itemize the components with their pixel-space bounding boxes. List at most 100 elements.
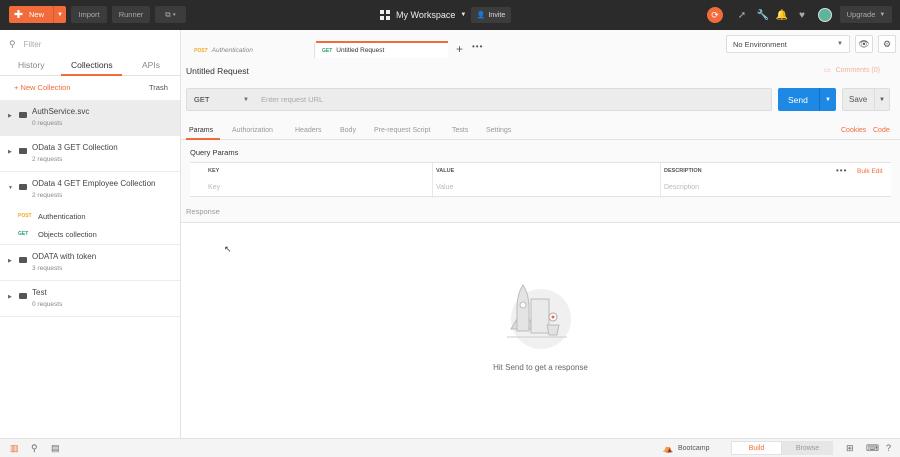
tab-tests[interactable]: Tests: [452, 127, 468, 134]
new-collection-button[interactable]: + New Collection: [14, 83, 70, 92]
sidebar-tabs: History Collections APIs: [0, 56, 181, 76]
tab-headers[interactable]: Headers: [295, 127, 321, 134]
collection-item[interactable]: ▶ AuthService.svc 0 requests: [0, 100, 180, 136]
search-icon[interactable]: ⚲: [31, 443, 38, 454]
request-item[interactable]: POST Authentication: [0, 209, 180, 226]
collection-item[interactable]: ▶ OData 3 GET Collection 2 requests: [0, 136, 180, 172]
caret-right-icon[interactable]: ▶: [8, 113, 12, 119]
caret-right-icon[interactable]: ▶: [8, 258, 12, 264]
tab-params[interactable]: Params: [189, 127, 213, 134]
bulk-edit-link[interactable]: Bulk Edit: [857, 168, 883, 175]
description-input[interactable]: Description: [664, 184, 699, 191]
collection-item[interactable]: ▶ ODATA with token 3 requests: [0, 245, 180, 281]
tab-body[interactable]: Body: [340, 127, 356, 134]
tab-authorization[interactable]: Authorization: [232, 127, 273, 134]
request-tab[interactable]: POST Authentication: [189, 43, 315, 58]
collection-count: 2 requests: [32, 156, 63, 163]
collection-item[interactable]: ▶ Test 0 requests: [0, 281, 180, 317]
comments-button[interactable]: ▭ Comments (0): [824, 66, 880, 75]
avatar[interactable]: [818, 8, 832, 22]
filter-input[interactable]: ⚲ Filter: [9, 39, 41, 50]
value-header: VALUE: [436, 168, 455, 174]
eye-icon[interactable]: 👁: [855, 35, 873, 53]
value-input[interactable]: Value: [436, 184, 453, 191]
main-panel: POST Authentication GET Untitled Request…: [181, 30, 900, 438]
chevron-down-icon[interactable]: ▼: [819, 88, 836, 111]
key-header: KEY: [208, 168, 220, 174]
folder-icon: [19, 293, 27, 299]
console-icon[interactable]: ▤: [51, 443, 60, 454]
upgrade-button[interactable]: Upgrade ▼: [840, 6, 892, 23]
tab-history[interactable]: History: [18, 60, 44, 70]
query-params-title: Query Params: [190, 148, 239, 157]
caret-right-icon[interactable]: ▶: [8, 294, 12, 300]
active-tab-indicator: [186, 138, 220, 140]
bell-icon[interactable]: 🔔: [776, 9, 788, 21]
new-button[interactable]: ✚ New ▼: [9, 6, 66, 23]
workspace-grid-icon: [380, 10, 390, 20]
search-icon: ⚲: [9, 39, 16, 49]
save-button[interactable]: Save ▼: [842, 88, 890, 111]
bottom-bar: ▥ ⚲ ▤ ⛺ Bootcamp Build Browse ⊞ ⌨ ?: [0, 438, 900, 457]
folder-icon: [19, 257, 27, 263]
key-input[interactable]: Key: [208, 184, 220, 191]
tab-settings[interactable]: Settings: [486, 127, 511, 134]
more-icon[interactable]: •••: [836, 166, 847, 175]
url-input[interactable]: Enter request URL: [261, 95, 323, 104]
workspace-selector[interactable]: My Workspace ▼: [380, 7, 466, 23]
chevron-down-icon[interactable]: ▼: [53, 6, 66, 23]
request-tab-label: Authentication: [211, 47, 253, 54]
tab-collections[interactable]: Collections: [71, 60, 113, 70]
interceptor-icon[interactable]: ➚: [736, 9, 748, 21]
two-pane-icon[interactable]: ⊞: [846, 443, 854, 454]
invite-button[interactable]: 👤 Invite: [471, 7, 511, 23]
method-select[interactable]: GET ▼: [187, 89, 255, 110]
new-window-icon: ⧉ ▾: [165, 9, 176, 19]
bootcamp-button[interactable]: ⛺ Bootcamp: [663, 444, 710, 453]
new-button-label: New: [29, 10, 45, 19]
query-params-table: KEY VALUE DESCRIPTION Key Value Descript…: [190, 162, 891, 198]
chevron-down-icon: ▼: [460, 12, 467, 18]
environment-select[interactable]: No Environment ▼: [726, 35, 850, 53]
response-body: ↖ Hit Send to get a response: [181, 223, 900, 438]
new-window-button[interactable]: ⧉ ▾: [155, 6, 186, 23]
heart-icon[interactable]: ♥: [796, 9, 808, 21]
folder-icon: [19, 112, 27, 118]
wrench-icon[interactable]: 🔧: [757, 9, 769, 21]
user-plus-icon: 👤: [476, 12, 486, 19]
tab-apis[interactable]: APIs: [142, 60, 160, 70]
method-badge: POST: [18, 213, 32, 219]
more-icon[interactable]: •••: [472, 42, 483, 51]
gear-icon[interactable]: ⚙: [878, 35, 896, 53]
browse-toggle[interactable]: Browse: [782, 441, 833, 455]
runner-button[interactable]: Runner: [112, 6, 150, 23]
keyboard-icon[interactable]: ⌨: [866, 443, 879, 454]
response-header: Response: [181, 202, 900, 223]
method-badge: GET: [322, 47, 333, 54]
filter-placeholder: Filter: [23, 40, 42, 49]
trash-button[interactable]: Trash: [149, 83, 168, 92]
collection-name: OData 4 GET Employee Collection: [32, 179, 156, 188]
request-tab-active[interactable]: GET Untitled Request: [316, 41, 448, 58]
chevron-down-icon[interactable]: ▼: [874, 89, 889, 110]
caret-right-icon[interactable]: ▶: [8, 149, 12, 155]
sidebar-toggle-icon[interactable]: ▥: [10, 443, 19, 454]
cookies-link[interactable]: Cookies: [841, 127, 866, 134]
help-icon[interactable]: ?: [886, 443, 891, 453]
request-item[interactable]: GET Objects collection: [0, 227, 180, 245]
import-button[interactable]: Import: [71, 6, 107, 23]
caret-down-icon[interactable]: ▼: [8, 185, 13, 191]
invite-label: Invite: [488, 11, 506, 19]
tab-pre-request-script[interactable]: Pre-request Script: [374, 127, 430, 134]
collection-item[interactable]: ▼ OData 4 GET Employee Collection 2 requ…: [0, 172, 180, 208]
column-divider: [660, 163, 661, 198]
comment-icon: ▭: [824, 67, 831, 74]
sync-icon[interactable]: ⟳: [707, 7, 723, 23]
response-hint: Hit Send to get a response: [493, 363, 588, 372]
build-toggle[interactable]: Build: [731, 441, 782, 455]
method-label: GET: [194, 95, 210, 104]
send-label: Send: [788, 94, 808, 105]
code-link[interactable]: Code: [873, 127, 890, 134]
add-tab-icon[interactable]: +: [456, 42, 463, 56]
send-button[interactable]: Send ▼: [778, 88, 836, 111]
